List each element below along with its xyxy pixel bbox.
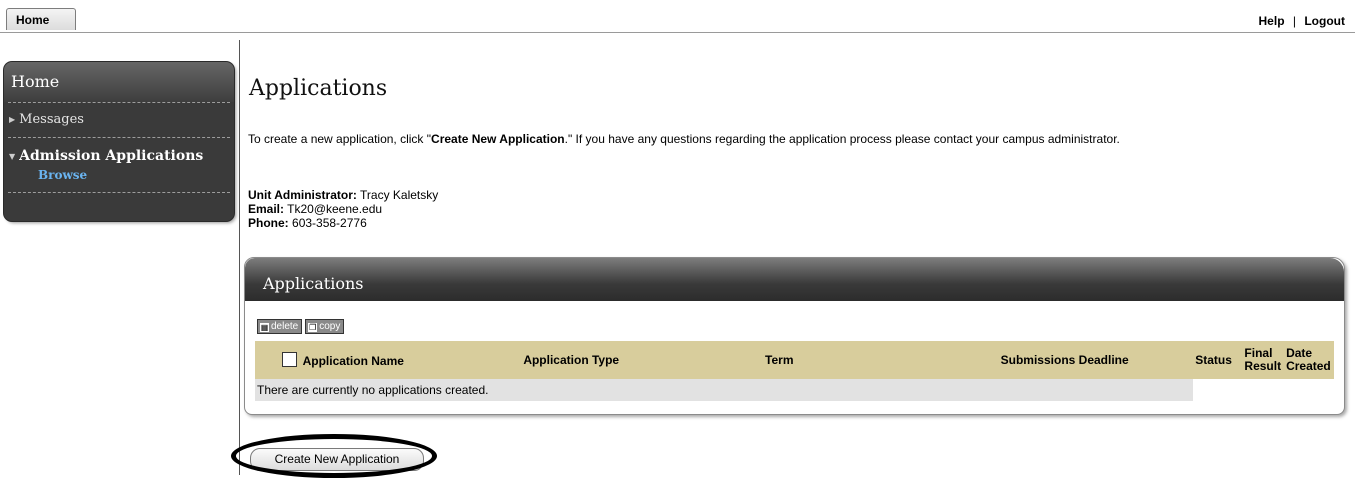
contact-info: Unit Administrator: Tracy Kaletsky Email… — [248, 188, 438, 230]
admin-value: Tracy Kaletsky — [360, 188, 439, 202]
column-label: Application Name — [302, 354, 404, 368]
home-tab[interactable]: Home — [6, 8, 76, 30]
applications-panel: Applications ▦ delete ❐ copy Application Na… — [244, 257, 1345, 415]
admin-label: Unit Administrator: — [248, 188, 357, 202]
top-bar: Home Help | Logout — [0, 0, 1355, 33]
sidebar-subitem-browse[interactable]: Browse — [4, 166, 234, 192]
table-row: There are currently no applications crea… — [255, 379, 1334, 401]
intro-text: To create a new application, click "Crea… — [248, 132, 1120, 146]
logout-link[interactable]: Logout — [1304, 14, 1345, 28]
column-final-result[interactable]: Final Result — [1242, 341, 1285, 379]
intro-text-part: ." If you have any questions regarding t… — [564, 132, 1120, 146]
copy-icon: ❐ — [308, 323, 318, 332]
page-title: Applications — [249, 76, 388, 101]
email-value: Tk20@keene.edu — [287, 202, 383, 216]
sidebar-divider-line — [8, 192, 230, 193]
column-term[interactable]: Term — [763, 341, 999, 379]
empty-message: There are currently no applications crea… — [255, 379, 1194, 401]
top-links: Help | Logout — [1259, 14, 1345, 28]
column-application-type[interactable]: Application Type — [521, 341, 764, 379]
copy-button[interactable]: ❐ copy — [305, 319, 345, 334]
sidebar-item-messages[interactable]: ▶ Messages — [4, 103, 234, 137]
sidebar-header: Home — [4, 62, 234, 102]
panel-toolbar: ▦ delete ❐ copy — [257, 319, 347, 334]
intro-text-bold: Create New Application — [431, 132, 565, 146]
applications-table: Application Name Application Type Term S… — [255, 341, 1334, 401]
create-new-application-button[interactable]: Create New Application — [250, 448, 424, 471]
delete-label: delete — [271, 321, 299, 332]
column-submissions-deadline[interactable]: Submissions Deadline — [998, 341, 1194, 379]
chevron-down-icon: ▼ — [9, 151, 16, 161]
link-separator: | — [1292, 14, 1296, 28]
copy-label: copy — [319, 321, 341, 332]
sidebar-item-label: Admission Applications — [19, 148, 204, 164]
column-status[interactable]: Status — [1193, 341, 1243, 379]
sidebar-item-label: Messages — [19, 112, 84, 127]
delete-button[interactable]: ▦ delete — [257, 319, 303, 334]
trash-icon: ▦ — [260, 323, 269, 332]
email-label: Email: — [248, 202, 285, 216]
help-link[interactable]: Help — [1259, 14, 1285, 28]
intro-text-part: To create a new application, click " — [248, 132, 432, 146]
select-col-spacer — [255, 341, 280, 379]
empty-cell — [1193, 379, 1334, 401]
chevron-right-icon: ▶ — [9, 115, 16, 124]
sidebar-item-admission-applications[interactable]: ▼ Admission Applications — [4, 138, 234, 166]
admin-row: Unit Administrator: Tracy Kaletsky — [248, 188, 438, 202]
panel-header: Applications — [245, 258, 1344, 301]
email-row: Email: Tk20@keene.edu — [248, 202, 438, 216]
phone-value: 603-358-2776 — [292, 216, 367, 230]
sidebar-divider — [239, 40, 240, 475]
column-application-name[interactable]: Application Name — [279, 341, 522, 379]
phone-row: Phone: 603-358-2776 — [248, 216, 438, 230]
sidebar: Home ▶ Messages ▼ Admission Applications B… — [4, 62, 234, 221]
column-date-created[interactable]: Date Created — [1284, 341, 1334, 379]
table-header-row: Application Name Application Type Term S… — [255, 341, 1334, 379]
phone-label: Phone: — [248, 216, 289, 230]
select-all-checkbox[interactable] — [281, 352, 297, 367]
